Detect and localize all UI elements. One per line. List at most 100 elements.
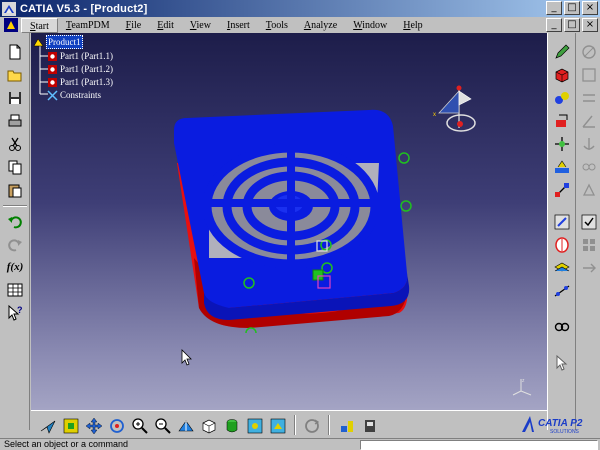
sectioning-button[interactable]	[551, 257, 573, 279]
fix-button[interactable]	[578, 133, 600, 155]
update-button[interactable]	[578, 211, 600, 233]
fly-mode-button[interactable]	[37, 415, 59, 437]
fit-all-button[interactable]	[60, 415, 82, 437]
constraint-button[interactable]	[551, 316, 573, 338]
quick-constraint-button[interactable]	[578, 179, 600, 201]
zoom-out-button[interactable]	[152, 415, 174, 437]
axis-triad-icon: z	[512, 378, 532, 396]
coincidence-button[interactable]	[578, 41, 600, 63]
minimize-button[interactable]: _	[546, 1, 562, 15]
title-bar[interactable]: CATIA V5.3 - [Product2] _ □ ×	[0, 0, 600, 17]
snap-button[interactable]	[551, 156, 573, 178]
rotate-icon	[110, 419, 124, 433]
doc-restore-button[interactable]: □	[564, 18, 580, 32]
toolbar-separator	[294, 415, 296, 435]
hide-show-button[interactable]	[244, 415, 266, 437]
table-button[interactable]	[4, 279, 26, 301]
open-button[interactable]	[4, 64, 26, 86]
print-button[interactable]	[4, 110, 26, 132]
existing-component-button[interactable]	[551, 87, 573, 109]
angle-button[interactable]	[578, 110, 600, 132]
menu-teampdm[interactable]: TeamPDM	[58, 18, 118, 33]
coincidence-icon	[582, 45, 596, 59]
undo-button[interactable]	[4, 210, 26, 232]
tree-item-part-3[interactable]: Part1 (Part1.3)	[47, 76, 113, 88]
pan-button[interactable]	[83, 415, 105, 437]
menu-insert[interactable]: Insert	[219, 18, 258, 33]
contact-button[interactable]	[578, 64, 600, 86]
fix-together-button[interactable]	[578, 156, 600, 178]
menu-start[interactable]: Start	[21, 17, 58, 33]
3d-viewport[interactable]: Product1 Part1 (Part1.1) Part1 (Part1.2)…	[31, 33, 547, 410]
tree-item-label: Part1 (Part1.2)	[60, 64, 113, 74]
catia-app-icon[interactable]	[2, 1, 16, 16]
catia-window: CATIA V5.3 - [Product2] _ □ × Start TeamP…	[0, 0, 600, 450]
maximize-button[interactable]: □	[564, 1, 580, 15]
catalog-button[interactable]	[551, 41, 573, 63]
cut-button[interactable]	[4, 133, 26, 155]
status-bar: Select an object or a command	[0, 438, 600, 450]
menu-mnemonic: W	[353, 19, 363, 31]
formula-button[interactable]: f(x)	[4, 256, 26, 278]
views-button[interactable]	[198, 415, 220, 437]
change-constraint-button[interactable]	[578, 257, 600, 279]
update-all-button[interactable]	[301, 415, 323, 437]
save-button[interactable]	[4, 87, 26, 109]
doc-close-button[interactable]: ×	[582, 18, 598, 32]
select-arrow-icon	[556, 354, 568, 371]
cube-icon	[555, 68, 569, 83]
tree-item-root[interactable]: Product1	[33, 35, 83, 49]
replace-component-button[interactable]	[551, 110, 573, 132]
rotate-button[interactable]	[106, 415, 128, 437]
measure-between-button[interactable]	[336, 415, 358, 437]
render-style-button[interactable]	[221, 415, 243, 437]
plane-icon	[554, 262, 570, 272]
measure-item-button[interactable]	[359, 415, 381, 437]
manipulate-button[interactable]	[551, 133, 573, 155]
section-button[interactable]	[551, 234, 573, 256]
menu-label-rest: iew	[196, 19, 211, 31]
menu-window[interactable]: Window	[345, 18, 395, 33]
tree-item-part-1[interactable]: Part1 (Part1.1)	[47, 50, 113, 62]
section-icon	[555, 237, 569, 253]
explode-button[interactable]	[551, 179, 573, 201]
swap-visible-space-button[interactable]	[267, 415, 289, 437]
constraints-icon	[47, 89, 58, 101]
redo-button[interactable]	[4, 233, 26, 255]
paste-button[interactable]	[4, 179, 26, 201]
reuse-pattern-button[interactable]	[578, 234, 600, 256]
menu-file[interactable]: File	[118, 18, 150, 33]
command-input[interactable]	[360, 440, 598, 450]
tree-item-label: Part1 (Part1.3)	[60, 77, 113, 87]
menu-edit[interactable]: Edit	[149, 18, 182, 33]
normal-view-button[interactable]	[175, 415, 197, 437]
tree-item-constraints[interactable]: Constraints	[47, 89, 101, 101]
refresh-icon	[305, 419, 320, 433]
tree-item-part-2[interactable]: Part1 (Part1.2)	[47, 63, 113, 75]
doc-minimize-button[interactable]: _	[546, 18, 562, 32]
whats-this-button[interactable]: ?	[4, 302, 26, 324]
angle-icon	[582, 115, 595, 128]
fan-assembly-model[interactable]	[169, 108, 419, 333]
menu-label-rest: tart	[35, 20, 49, 32]
distance-button[interactable]	[551, 280, 573, 302]
offset-icon	[583, 94, 595, 102]
menu-tools[interactable]: Tools	[258, 18, 296, 33]
new-document-button[interactable]	[4, 41, 26, 63]
update-icon	[581, 214, 597, 230]
offset-button[interactable]	[578, 87, 600, 109]
menu-view[interactable]: View	[182, 18, 219, 33]
document-icon[interactable]	[4, 18, 18, 32]
close-button[interactable]: ×	[582, 1, 598, 15]
compass-icon[interactable]: x	[431, 83, 481, 138]
right-toolbar-workbench	[547, 33, 575, 430]
clash-button[interactable]	[551, 211, 573, 233]
zoom-in-button[interactable]	[129, 415, 151, 437]
copy-button[interactable]	[4, 156, 26, 178]
toolbar-separator	[3, 205, 27, 207]
component-button[interactable]	[551, 64, 573, 86]
select-button[interactable]	[551, 352, 573, 374]
part-gear-icon	[48, 51, 57, 61]
menu-analyze[interactable]: Analyze	[296, 18, 345, 33]
menu-help[interactable]: Help	[395, 18, 430, 33]
